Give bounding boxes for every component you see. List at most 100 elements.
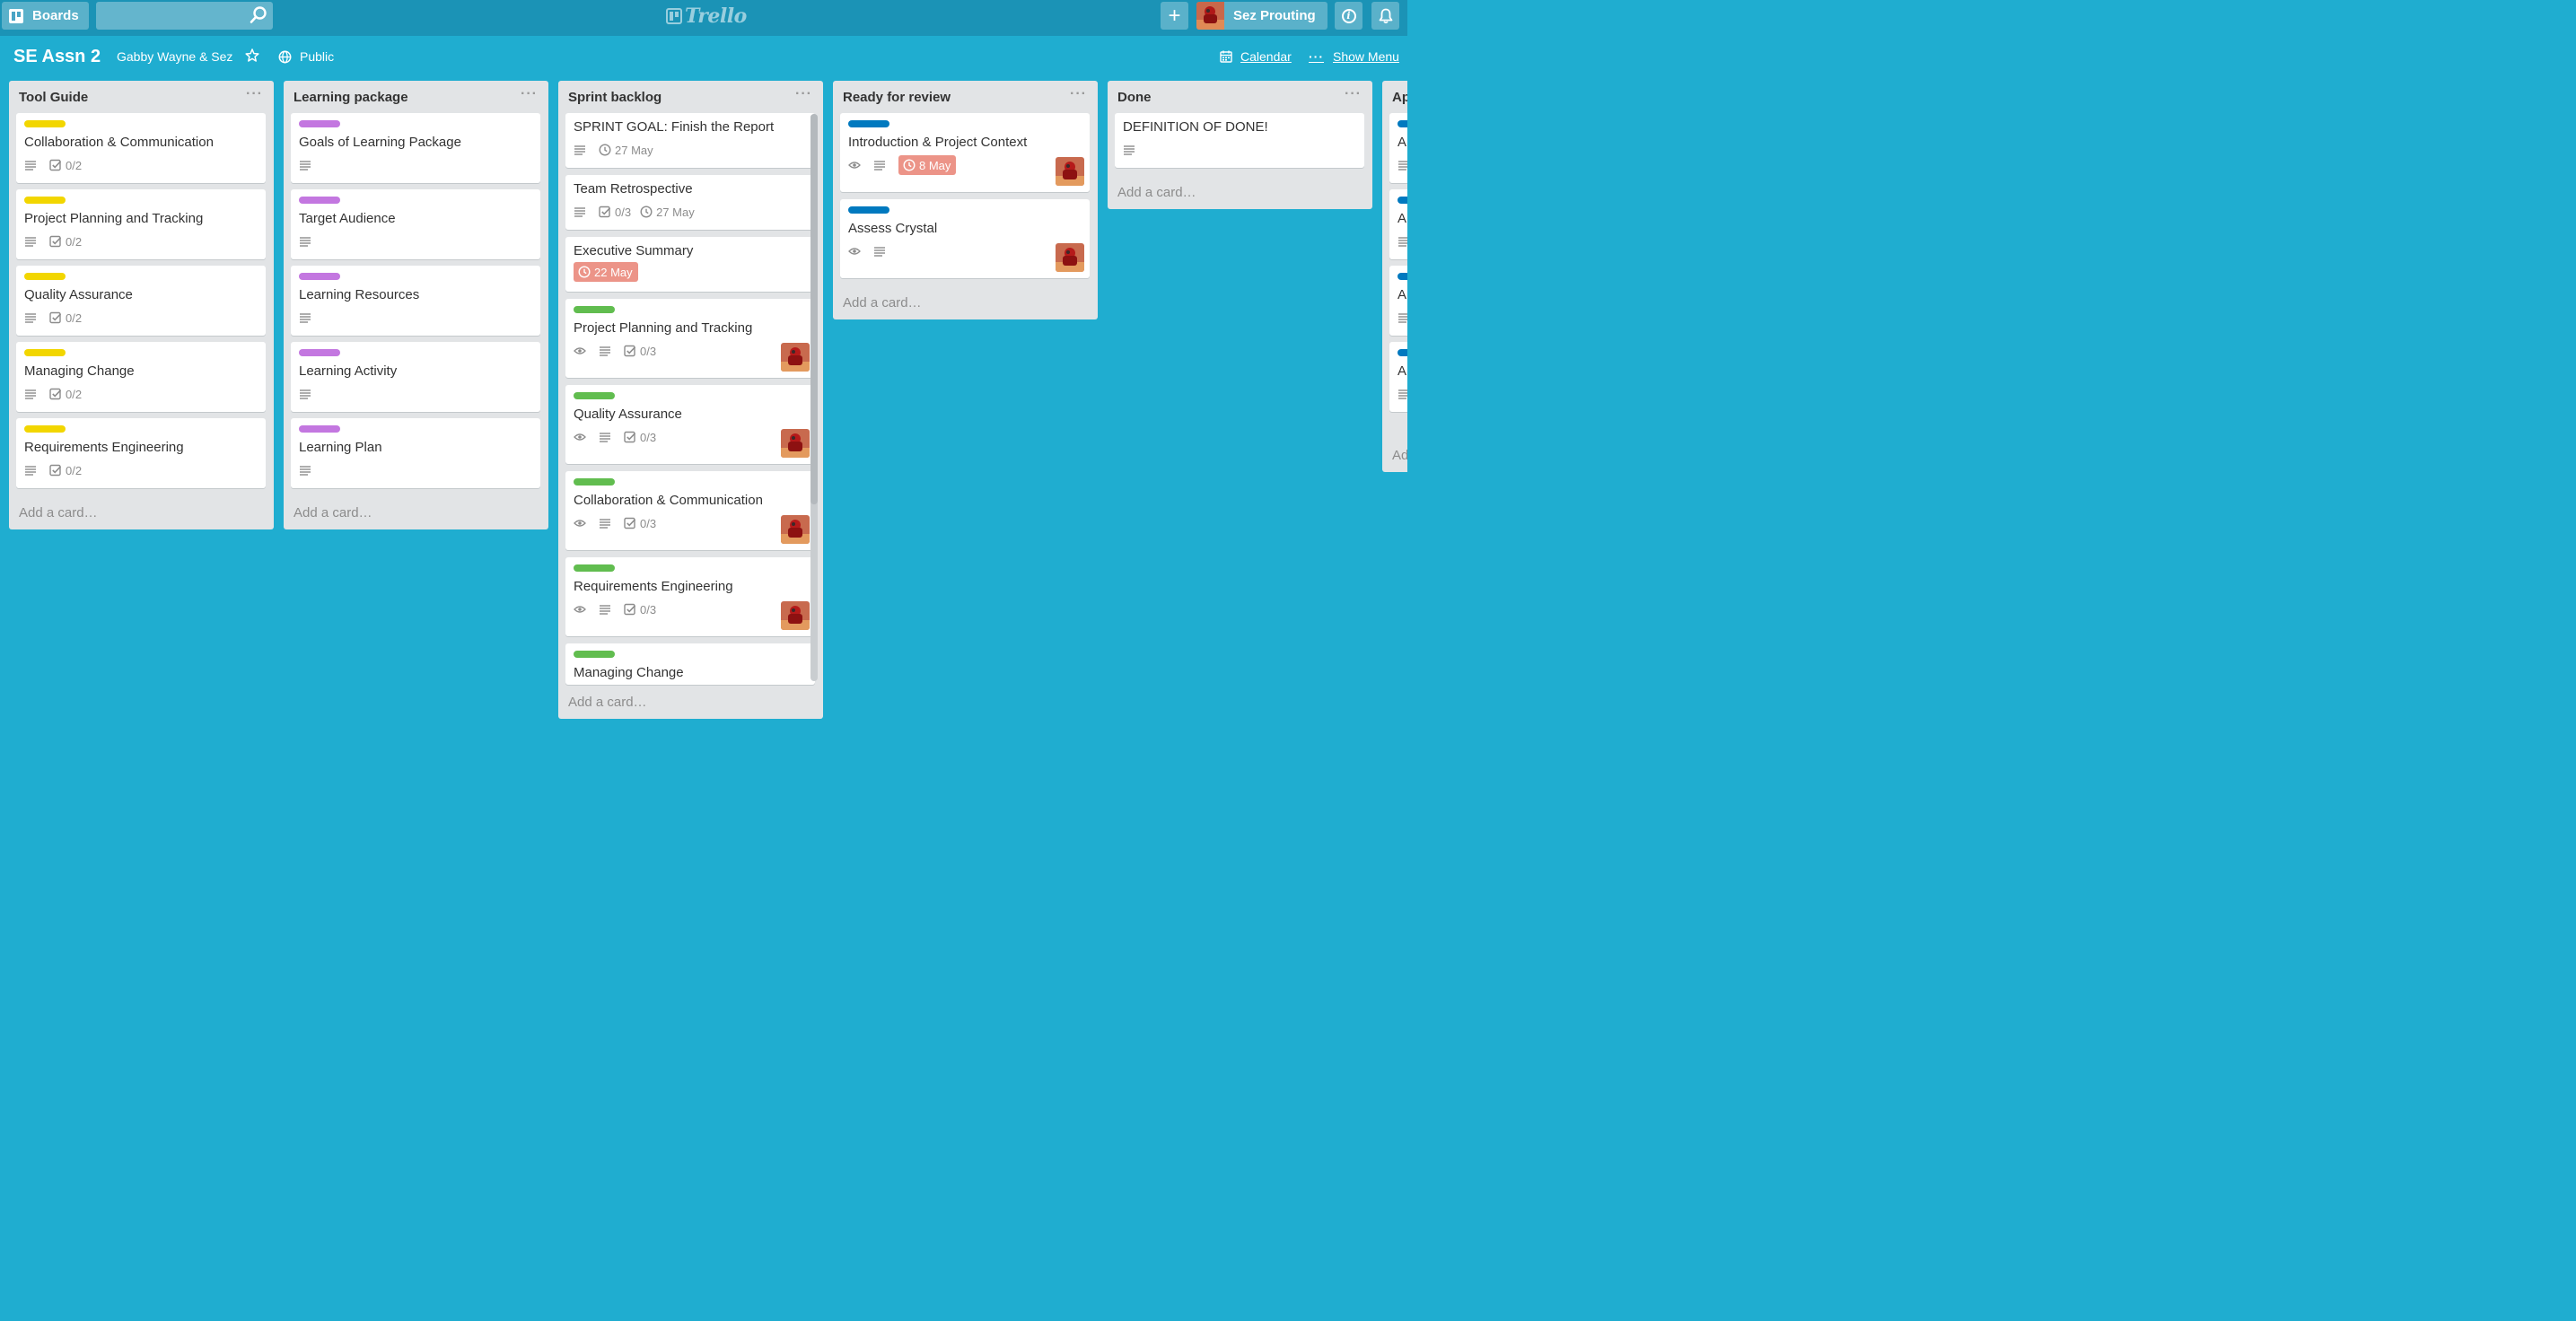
list-title[interactable]: Ap (1392, 90, 1407, 105)
list-menu-icon[interactable]: ··· (795, 86, 812, 102)
list-title[interactable]: Ready for review (843, 90, 951, 105)
list-5[interactable]: Ap··· A A A A Ad (1382, 81, 1407, 472)
card[interactable]: Quality Assurance 0/3 (565, 385, 815, 464)
card-label[interactable] (574, 306, 615, 313)
member-avatar[interactable] (781, 515, 810, 544)
list-header[interactable]: Ap··· (1382, 81, 1407, 111)
card-label[interactable] (299, 273, 340, 280)
card-label[interactable] (299, 425, 340, 433)
card[interactable]: Learning Resources (291, 266, 540, 336)
card-label[interactable] (24, 349, 66, 356)
trello-logo[interactable]: Trello (666, 4, 747, 28)
card-label[interactable] (574, 564, 615, 572)
card[interactable]: DEFINITION OF DONE! (1115, 113, 1364, 168)
list-menu-icon[interactable]: ··· (246, 86, 263, 102)
star-icon[interactable] (244, 48, 260, 64)
list-1[interactable]: Learning package ··· Goals of Learning Pac… (284, 81, 548, 529)
card[interactable]: Managing Change 0/2 (16, 342, 266, 412)
card[interactable]: A (1389, 342, 1407, 412)
calendar-button[interactable]: Calendar (1220, 49, 1292, 64)
add-card-button[interactable]: Add a card… (294, 505, 372, 521)
list-header[interactable]: Tool Guide ··· (9, 81, 274, 111)
notifications-button[interactable] (1371, 2, 1399, 30)
card-label[interactable] (24, 425, 66, 433)
add-button[interactable]: + (1161, 2, 1188, 30)
member-avatar[interactable] (1056, 157, 1084, 186)
list-0[interactable]: Tool Guide ··· Collaboration & Communicati… (9, 81, 274, 529)
card-label[interactable] (848, 120, 889, 127)
list-scrollbar-thumb[interactable] (810, 114, 818, 504)
card-label[interactable] (24, 197, 66, 204)
card[interactable]: Executive Summary 22 May (565, 237, 815, 292)
due-date-badge[interactable]: 27 May (640, 206, 695, 219)
card[interactable]: A (1389, 266, 1407, 336)
card-label[interactable] (1398, 349, 1407, 356)
card[interactable]: Collaboration & Communication 0/3 (565, 471, 815, 550)
card-label[interactable] (1398, 197, 1407, 204)
card[interactable]: Introduction & Project Context 8 May (840, 113, 1090, 192)
add-card-button[interactable]: Add a card… (568, 695, 647, 710)
card-label[interactable] (299, 120, 340, 127)
search-input[interactable] (96, 2, 273, 30)
card[interactable]: Target Audience (291, 189, 540, 259)
card[interactable]: Requirements Engineering 0/3 (565, 557, 815, 636)
card-label[interactable] (848, 206, 889, 214)
list-2[interactable]: Sprint backlog ··· SPRINT GOAL: Finish the… (558, 81, 823, 719)
show-menu-button[interactable]: ··· Show Menu (1309, 49, 1399, 64)
list-menu-icon[interactable]: ··· (1345, 86, 1362, 102)
list-menu-icon[interactable]: ··· (521, 86, 538, 102)
member-avatar[interactable] (781, 343, 810, 372)
card[interactable]: Project Planning and Tracking 0/3 (565, 299, 815, 378)
list-title[interactable]: Done (1117, 90, 1152, 105)
card[interactable]: Learning Activity (291, 342, 540, 412)
card[interactable]: A (1389, 113, 1407, 183)
member-avatar[interactable] (1056, 243, 1084, 272)
visibility-button[interactable]: Public (278, 49, 334, 64)
board-team[interactable]: Gabby Wayne & Sez (117, 49, 232, 64)
card-label[interactable] (1398, 120, 1407, 127)
card[interactable]: Collaboration & Communication 0/2 (16, 113, 266, 183)
card[interactable]: Managing Change (565, 643, 815, 685)
card-label[interactable] (24, 120, 66, 127)
due-date-badge[interactable]: 8 May (898, 155, 957, 175)
card[interactable]: Assess Crystal (840, 199, 1090, 278)
card[interactable]: SPRINT GOAL: Finish the Report 27 May (565, 113, 815, 168)
add-card-button[interactable]: Ad (1392, 448, 1407, 463)
list-header[interactable]: Done ··· (1108, 81, 1372, 111)
info-button[interactable]: i (1335, 2, 1362, 30)
card-label[interactable] (1398, 273, 1407, 280)
due-date-badge[interactable]: 22 May (574, 262, 638, 282)
card-label[interactable] (24, 273, 66, 280)
due-date-badge[interactable]: 27 May (599, 144, 653, 157)
card-label[interactable] (299, 197, 340, 204)
search-icon[interactable] (249, 5, 268, 25)
card[interactable]: Learning Plan (291, 418, 540, 488)
card-label[interactable] (574, 651, 615, 658)
card[interactable]: A (1389, 189, 1407, 259)
member-avatar[interactable] (781, 601, 810, 630)
boards-button[interactable]: Boards (2, 2, 89, 30)
add-card-button[interactable]: Add a card… (843, 295, 922, 311)
card-label[interactable] (574, 478, 615, 486)
member-avatar[interactable] (781, 429, 810, 458)
list-menu-icon[interactable]: ··· (1070, 86, 1087, 102)
list-title[interactable]: Sprint backlog (568, 90, 662, 105)
list-header[interactable]: Ready for review ··· (833, 81, 1098, 111)
card[interactable]: Quality Assurance 0/2 (16, 266, 266, 336)
board-title[interactable]: SE Assn 2 (13, 47, 101, 67)
list-4[interactable]: Done ··· DEFINITION OF DONE! Add a card… (1108, 81, 1372, 209)
add-card-button[interactable]: Add a card… (19, 505, 98, 521)
card[interactable]: Project Planning and Tracking 0/2 (16, 189, 266, 259)
list-header[interactable]: Learning package ··· (284, 81, 548, 111)
add-card-button[interactable]: Add a card… (1117, 185, 1196, 200)
card[interactable]: Goals of Learning Package (291, 113, 540, 183)
card[interactable]: Requirements Engineering 0/2 (16, 418, 266, 488)
card[interactable]: Team Retrospective 0/3 27 May (565, 175, 815, 230)
list-header[interactable]: Sprint backlog ··· (558, 81, 823, 111)
list-title[interactable]: Learning package (294, 90, 408, 105)
card-label[interactable] (574, 392, 615, 399)
list-title[interactable]: Tool Guide (19, 90, 88, 105)
user-menu-button[interactable]: Sez Prouting (1196, 2, 1327, 30)
card-label[interactable] (299, 349, 340, 356)
list-3[interactable]: Ready for review ··· Introduction & Projec… (833, 81, 1098, 319)
